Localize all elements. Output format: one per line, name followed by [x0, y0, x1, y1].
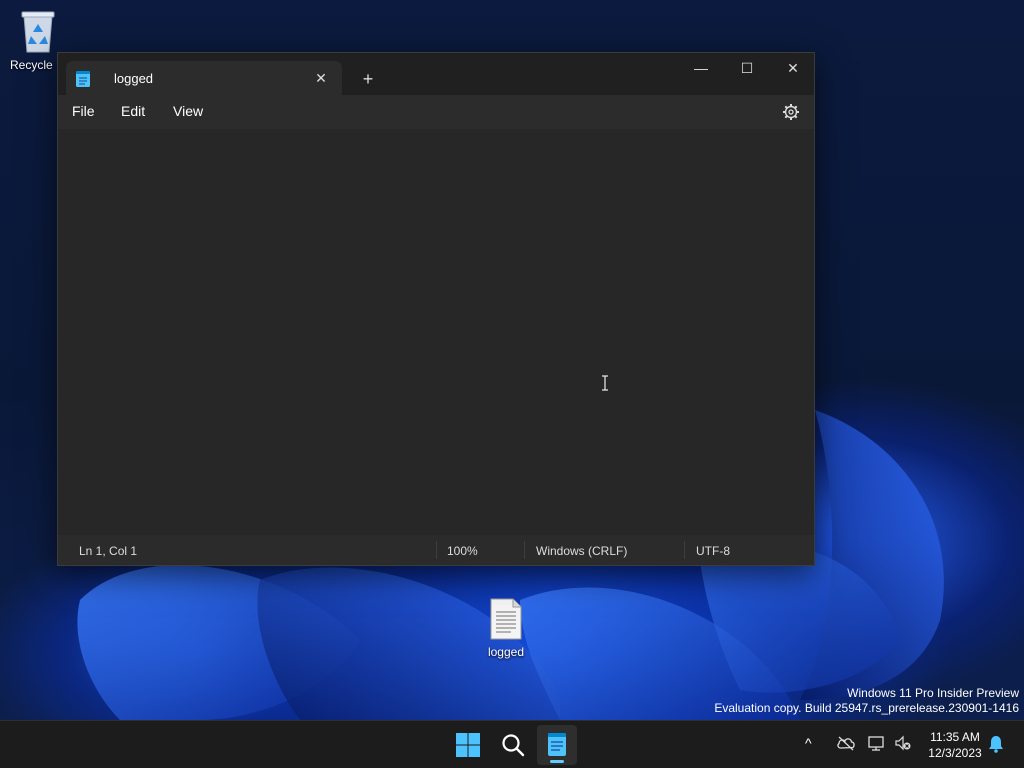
- notepad-window: logged ✕ + — ☐ ✕ File Edit View Ln 1, Co…: [57, 52, 815, 566]
- status-line-ending: Windows (CRLF): [536, 544, 628, 558]
- close-button[interactable]: ✕: [770, 53, 816, 83]
- watermark-line-2: Evaluation copy. Build 25947.rs_prerelea…: [714, 701, 1019, 715]
- running-indicator: [550, 760, 564, 763]
- windows-logo-icon: [456, 733, 480, 757]
- tab-title: logged: [114, 71, 154, 86]
- new-tab-button[interactable]: +: [356, 67, 380, 91]
- status-divider: [684, 541, 685, 559]
- notepad-icon: [548, 733, 566, 756]
- text-cursor-icon: [602, 375, 608, 391]
- evaluation-watermark: Windows 11 Pro Insider Preview Evaluatio…: [714, 686, 1019, 716]
- status-cursor-position: Ln 1, Col 1: [79, 544, 138, 558]
- show-hidden-icons-chevron[interactable]: ^: [805, 735, 812, 751]
- taskbar: ^ 11:35 AM 12/3/2023: [0, 720, 1024, 768]
- status-divider: [436, 541, 437, 559]
- start-button[interactable]: [448, 725, 488, 765]
- system-clock[interactable]: 11:35 AM 12/3/2023: [922, 729, 988, 761]
- menu-file[interactable]: File: [72, 103, 95, 119]
- settings-gear-icon[interactable]: [782, 103, 800, 121]
- text-file-icon: [490, 598, 522, 640]
- logged-file-label: logged: [487, 645, 525, 659]
- menu-bar: File Edit View: [58, 95, 814, 129]
- notepad-icon: [76, 71, 90, 87]
- tab-close-button[interactable]: ✕: [310, 67, 332, 89]
- recycle-bin-icon: [21, 11, 55, 53]
- clock-date: 12/3/2023: [928, 746, 982, 760]
- network-icon[interactable]: [868, 735, 886, 751]
- search-button[interactable]: [493, 725, 533, 765]
- search-icon: [502, 734, 525, 757]
- status-divider: [524, 541, 525, 559]
- menu-edit[interactable]: Edit: [121, 103, 145, 119]
- taskbar-notepad-button[interactable]: [537, 725, 577, 765]
- maximize-button[interactable]: ☐: [724, 53, 770, 83]
- clock-time: 11:35 AM: [930, 730, 980, 744]
- menu-view[interactable]: View: [173, 103, 203, 119]
- volume-muted-icon[interactable]: [894, 735, 912, 751]
- onedrive-cloud-icon[interactable]: [836, 735, 856, 751]
- status-encoding: UTF-8: [696, 544, 730, 558]
- text-editor-area[interactable]: [58, 129, 814, 535]
- notification-bell-icon[interactable]: [988, 735, 1004, 753]
- title-bar[interactable]: logged ✕ + — ☐ ✕: [58, 53, 814, 95]
- desktop-icon-logged-file[interactable]: logged: [470, 597, 542, 659]
- minimize-button[interactable]: —: [678, 53, 724, 83]
- status-bar: Ln 1, Col 1 100% Windows (CRLF) UTF-8: [58, 535, 814, 565]
- status-zoom: 100%: [447, 544, 478, 558]
- tab-logged[interactable]: logged ✕: [66, 61, 342, 95]
- watermark-line-1: Windows 11 Pro Insider Preview: [847, 686, 1019, 700]
